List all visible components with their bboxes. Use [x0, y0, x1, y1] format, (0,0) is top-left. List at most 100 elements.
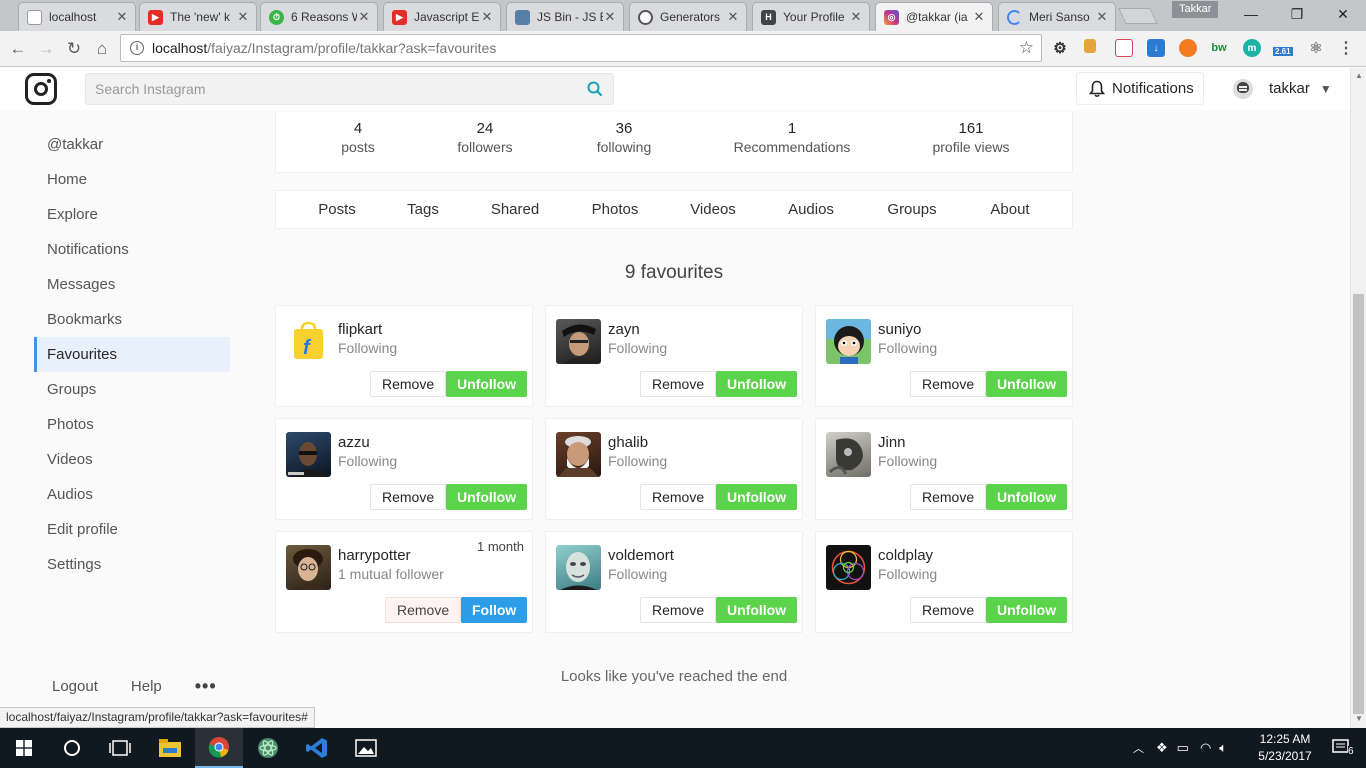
taskbar-clock[interactable]: 12:25 AM 5/23/2017	[1254, 731, 1316, 765]
remove-button[interactable]: Remove	[370, 371, 447, 397]
close-tab-icon[interactable]: ✕	[1095, 9, 1109, 25]
battery-icon[interactable]: ▭	[1177, 740, 1189, 756]
favourite-name[interactable]: voldemort	[608, 547, 674, 564]
remove-button[interactable]: Remove	[910, 484, 987, 510]
notifications-button[interactable]: Notifications	[1076, 72, 1204, 105]
restore-icon[interactable]: ❐	[1274, 0, 1320, 28]
chrome-menu-icon[interactable]: ⋮	[1337, 39, 1355, 57]
more-options-icon[interactable]: •••	[195, 676, 217, 697]
close-window-icon[interactable]: ✕	[1320, 0, 1366, 28]
sidebar-item-settings[interactable]: Settings	[34, 547, 230, 582]
back-icon[interactable]: ←	[6, 37, 30, 61]
tab-groups[interactable]: Groups	[887, 201, 936, 218]
chevron-down-icon[interactable]: ▼	[1320, 82, 1332, 96]
page-scrollbar[interactable]: ▲ ▼	[1350, 68, 1366, 728]
favourite-name[interactable]: azzu	[338, 434, 370, 451]
avatar[interactable]	[286, 432, 331, 477]
scrollbar-thumb[interactable]	[1353, 294, 1364, 714]
search-icon[interactable]	[586, 80, 604, 98]
browser-tab[interactable]: ⏱ 6 Reasons W ✕	[260, 2, 378, 31]
chrome-taskbar-icon[interactable]	[195, 728, 243, 768]
extension-icon[interactable]	[1084, 39, 1096, 53]
stat-recommendations[interactable]: 1 Recommendations	[734, 120, 851, 157]
instagram-logo[interactable]	[25, 73, 57, 105]
info-icon[interactable]: i	[130, 41, 144, 55]
avatar[interactable]	[556, 432, 601, 477]
extension-icon[interactable]	[1115, 39, 1133, 57]
favourite-name[interactable]: zayn	[608, 321, 640, 338]
browser-tab[interactable]: localhost ✕	[18, 2, 136, 31]
avatar[interactable]	[826, 545, 871, 590]
close-tab-icon[interactable]: ✕	[726, 9, 740, 25]
sidebar-item-audios[interactable]: Audios	[34, 477, 230, 512]
remove-button[interactable]: Remove	[640, 371, 717, 397]
remove-button[interactable]: Remove	[385, 597, 462, 623]
favourite-name[interactable]: suniyo	[878, 321, 921, 338]
sidebar-item-notifications[interactable]: Notifications	[34, 232, 230, 267]
dropbox-icon[interactable]: ❖	[1156, 740, 1168, 756]
task-view-icon[interactable]	[96, 728, 144, 768]
sidebar-item-bookmarks[interactable]: Bookmarks	[34, 302, 230, 337]
browser-tab-active[interactable]: ◎ @takkar (ia ✕	[875, 2, 993, 31]
browser-tab[interactable]: Generators ✕	[629, 2, 747, 31]
sidebar-item-messages[interactable]: Messages	[34, 267, 230, 302]
extension-icon[interactable]: ⚛	[1307, 39, 1325, 57]
tab-tags[interactable]: Tags	[407, 201, 439, 218]
volume-icon[interactable]: 🔈︎	[1219, 740, 1227, 756]
new-tab-button[interactable]	[1118, 8, 1158, 24]
favourite-name[interactable]: ghalib	[608, 434, 648, 451]
sidebar-item-profile[interactable]: @takkar	[34, 127, 230, 162]
home-icon[interactable]: ⌂	[90, 37, 114, 61]
browser-tab[interactable]: H Your Profile ✕	[752, 2, 870, 31]
minimize-icon[interactable]: —	[1228, 0, 1274, 28]
tab-shared[interactable]: Shared	[491, 201, 539, 218]
favourite-name[interactable]: flipkart	[338, 321, 382, 338]
extension-bw-icon[interactable]: bw	[1210, 39, 1228, 57]
show-hidden-icons[interactable]: ︿	[1133, 740, 1144, 756]
avatar[interactable]	[286, 545, 331, 590]
unfollow-button[interactable]: Unfollow	[986, 597, 1068, 623]
close-tab-icon[interactable]: ✕	[972, 9, 986, 25]
sidebar-item-home[interactable]: Home	[34, 162, 230, 197]
sidebar-item-edit-profile[interactable]: Edit profile	[34, 512, 230, 547]
avatar[interactable]	[826, 432, 871, 477]
close-tab-icon[interactable]: ✕	[849, 9, 863, 25]
tab-videos[interactable]: Videos	[690, 201, 736, 218]
unfollow-button[interactable]: Unfollow	[446, 371, 528, 397]
stat-posts[interactable]: 4 posts	[341, 120, 374, 157]
photos-app-icon[interactable]	[342, 728, 390, 768]
browser-tab[interactable]: ▶ Javascript E ✕	[383, 2, 501, 31]
favourite-name[interactable]: harrypotter	[338, 547, 411, 564]
logout-link[interactable]: Logout	[52, 678, 98, 695]
extension-m-icon[interactable]: m	[1243, 39, 1261, 57]
reload-icon[interactable]: ↻	[62, 37, 86, 61]
browser-tab[interactable]: Meri Sanso ✕	[998, 2, 1116, 31]
user-menu[interactable]: takkar ▼	[1225, 72, 1347, 105]
atom-editor-icon[interactable]	[244, 728, 292, 768]
sidebar-item-favourites[interactable]: Favourites	[34, 337, 230, 372]
tab-posts[interactable]: Posts	[318, 201, 356, 218]
close-tab-icon[interactable]: ✕	[603, 9, 617, 25]
stat-following[interactable]: 36 following	[597, 120, 651, 157]
scroll-up-arrow[interactable]: ▲	[1355, 71, 1363, 80]
close-tab-icon[interactable]: ✕	[480, 9, 494, 25]
forward-icon[interactable]: →	[34, 37, 58, 61]
close-tab-icon[interactable]: ✕	[236, 9, 250, 25]
unfollow-button[interactable]: Unfollow	[446, 484, 528, 510]
windows-start-icon[interactable]	[0, 728, 48, 768]
avatar[interactable]: f	[286, 319, 331, 364]
avatar[interactable]	[556, 319, 601, 364]
unfollow-button[interactable]: Unfollow	[716, 484, 798, 510]
favourite-name[interactable]: coldplay	[878, 547, 933, 564]
speed-extension-icon[interactable]: 2.61	[1273, 39, 1295, 57]
follow-button[interactable]: Follow	[461, 597, 528, 623]
address-bar[interactable]: i localhost/faiyaz/Instagram/profile/tak…	[120, 34, 1042, 62]
settings-gear-icon[interactable]: ⚙	[1051, 39, 1069, 57]
unfollow-button[interactable]: Unfollow	[986, 484, 1068, 510]
browser-profile-chip[interactable]: Takkar	[1172, 1, 1219, 18]
scroll-down-arrow[interactable]: ▼	[1355, 714, 1363, 723]
close-tab-icon[interactable]: ✕	[115, 9, 129, 25]
remove-button[interactable]: Remove	[910, 597, 987, 623]
remove-button[interactable]: Remove	[910, 371, 987, 397]
vscode-icon[interactable]	[293, 728, 341, 768]
